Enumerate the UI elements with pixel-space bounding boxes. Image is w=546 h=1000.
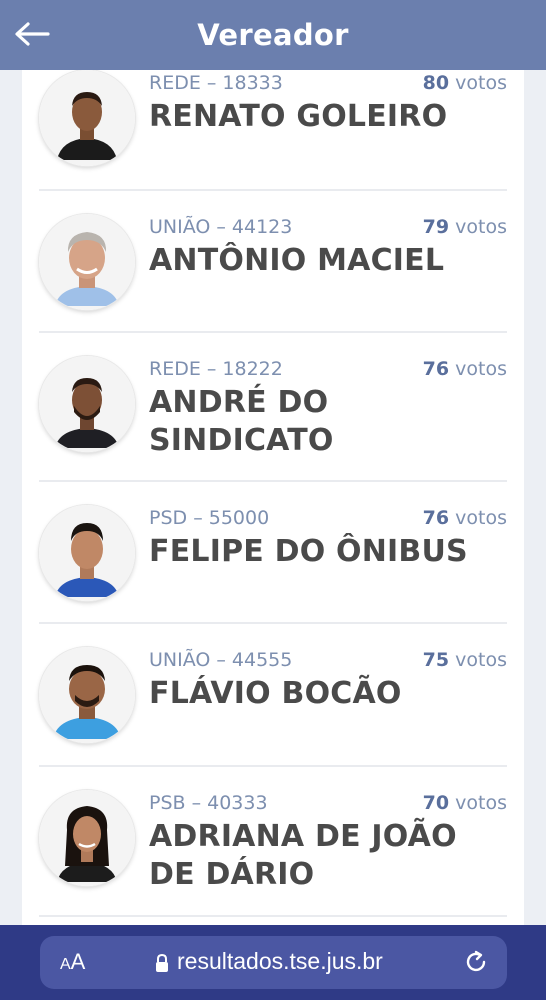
candidate-name: FLÁVIO BOCÃO [149,676,402,711]
candidate-name: ADRIANA DE JOÃO DE DÁRIO [149,819,457,892]
votes-label: votos [455,358,507,380]
list-item[interactable]: PSD – 55000 76 votos FELIPE DO ÔNIBUS [39,482,507,624]
candidate-votes: 80 votos [423,72,507,94]
candidate-name: ANDRÉ DO SINDICATO [149,385,334,458]
votes-label: votos [455,792,507,814]
reload-icon[interactable] [463,949,489,975]
candidate-name: ANTÔNIO MACIEL [149,243,445,278]
candidate-party: REDE – 18333 [149,72,283,94]
address-bar[interactable]: AA resultados.tse.jus.br [40,936,507,989]
candidate-photo [39,647,135,743]
candidate-votes: 76 votos [423,507,507,529]
votes-label: votos [455,507,507,529]
candidate-party: UNIÃO – 44555 [149,649,293,671]
votes-label: votos [455,216,507,238]
candidate-party: REDE – 18222 [149,358,283,380]
text-size-small-label: A [60,956,71,973]
votes-count: 70 [422,792,450,814]
candidate-party: UNIÃO – 44123 [149,216,293,238]
lock-icon [156,953,168,972]
url-text: resultados.tse.jus.br [177,948,383,974]
app-header: Vereador [0,0,546,70]
list-item[interactable]: UNIÃO – 44123 79 votos ANTÔNIO MACIEL [39,191,507,333]
candidate-photo [39,790,135,886]
back-button[interactable] [12,18,52,50]
candidate-party: PSD – 55000 [149,507,270,529]
candidate-votes: 76 votos [423,358,507,380]
votes-count: 76 [422,507,450,529]
list-item[interactable]: UNIÃO – 44555 75 votos FLÁVIO BOCÃO [39,624,507,767]
candidate-votes: 75 votos [423,649,507,671]
votes-label: votos [455,649,507,671]
votes-count: 80 [422,72,450,94]
candidate-list: REDE – 18333 80 votos RENATO GOLEIRO UNI… [22,70,524,925]
votes-count: 75 [422,649,450,671]
candidate-votes: 79 votos [423,216,507,238]
page-title: Vereador [197,18,349,52]
votes-count: 79 [422,216,450,238]
candidate-name: RENATO GOLEIRO [149,99,448,134]
candidate-votes: 70 votos [423,792,507,814]
votes-label: votos [455,72,507,94]
candidate-photo [39,505,135,601]
candidate-name: FELIPE DO ÔNIBUS [149,534,468,569]
candidate-photo [39,356,135,452]
arrow-left-icon [15,22,50,46]
votes-count: 76 [422,358,450,380]
list-item[interactable]: REDE – 18222 76 votos ANDRÉ DO SINDICATO [39,333,507,482]
candidate-photo [39,70,135,166]
candidate-photo [39,214,135,310]
text-size-big-label: A [70,949,86,974]
browser-toolbar: AA resultados.tse.jus.br [0,925,546,1000]
list-item[interactable]: PSB – 40333 70 votos ADRIANA DE JOÃO DE … [39,767,507,917]
text-size-button[interactable]: AA [60,949,85,975]
list-item[interactable]: REDE – 18333 80 votos RENATO GOLEIRO [39,70,507,191]
candidate-party: PSB – 40333 [149,792,268,814]
